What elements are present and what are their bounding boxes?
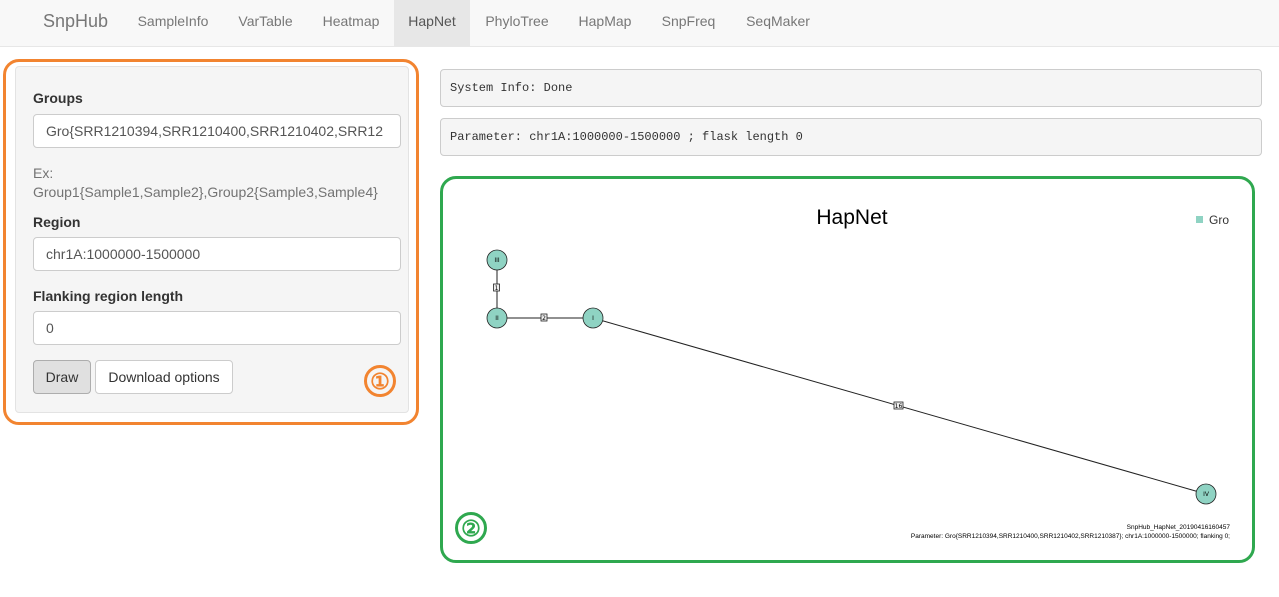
tab-sampleinfo[interactable]: SampleInfo bbox=[124, 0, 222, 46]
tab-heatmap[interactable]: Heatmap bbox=[308, 0, 394, 46]
tab-hapnet[interactable]: HapNet bbox=[394, 0, 470, 46]
annotation-marker-1: ① bbox=[364, 365, 396, 397]
annotation-marker-2: ② bbox=[455, 512, 487, 544]
highlight-box-2 bbox=[440, 176, 1255, 563]
tab-phylotree[interactable]: PhyloTree bbox=[470, 0, 564, 46]
highlight-box-1 bbox=[3, 59, 419, 425]
parameter-box: Parameter: chr1A:1000000-1500000 ; flask… bbox=[440, 118, 1262, 156]
system-info-box: System Info: Done bbox=[440, 69, 1262, 107]
tab-seqmaker[interactable]: SeqMaker bbox=[731, 0, 825, 46]
tab-snpfreq[interactable]: SnpFreq bbox=[646, 0, 731, 46]
navbar: SnpHub SampleInfo VarTable Heatmap HapNe… bbox=[0, 0, 1279, 47]
brand[interactable]: SnpHub bbox=[43, 11, 108, 32]
tab-hapmap[interactable]: HapMap bbox=[564, 0, 646, 46]
tab-vartable[interactable]: VarTable bbox=[223, 0, 308, 46]
